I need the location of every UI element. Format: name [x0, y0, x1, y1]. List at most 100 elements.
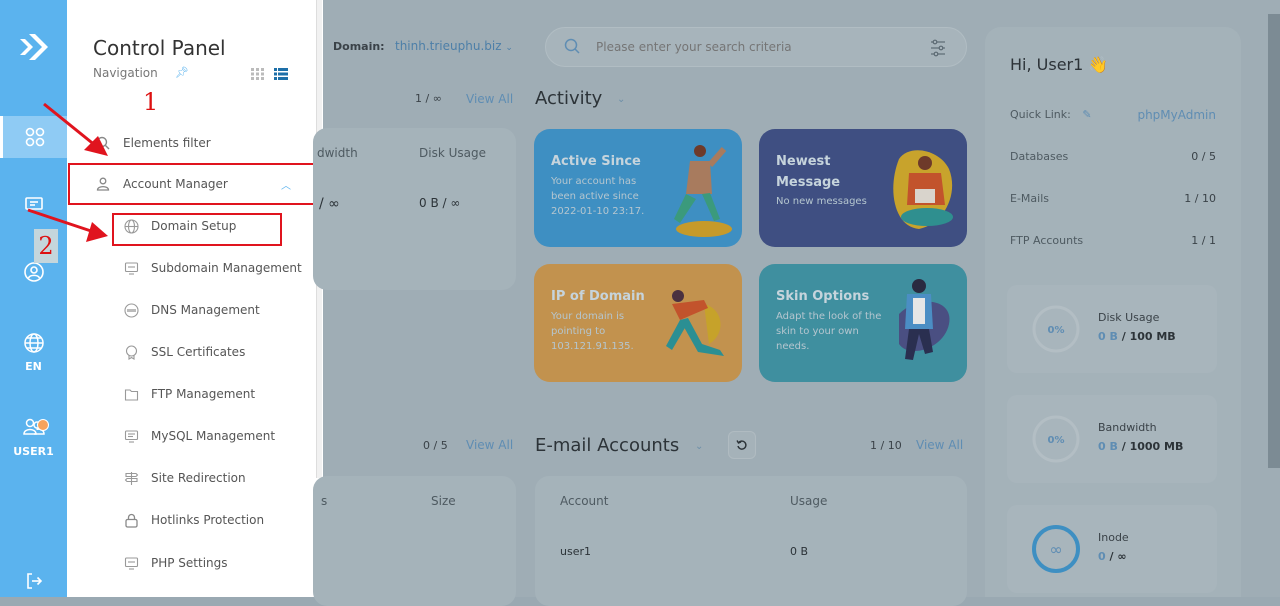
- search-bar[interactable]: [545, 27, 967, 67]
- tile-newest-message[interactable]: Newest Message No new messages: [759, 129, 967, 247]
- quick-link-row: Quick Link: ✎ phpMyAdmin: [1010, 108, 1216, 122]
- lock-icon: [123, 512, 139, 528]
- nav-item-label: MySQL Management: [151, 429, 276, 443]
- left-top-count: 1 / ∞: [415, 92, 442, 105]
- nav-item-label: PHP Settings: [151, 556, 228, 570]
- quick-link-phpmyadmin[interactable]: phpMyAdmin: [1137, 108, 1216, 122]
- email-row-usage: 0 B: [790, 545, 809, 558]
- chevron-down-icon[interactable]: ⌄: [617, 94, 625, 105]
- bandwidth-ring: 0%: [1032, 415, 1080, 463]
- svg-text:∞: ∞: [1049, 540, 1062, 559]
- person-running-illustration: [674, 145, 732, 237]
- rail-dashboard[interactable]: [0, 116, 67, 158]
- tile-ip-of-domain[interactable]: IP of Domain Your domain is pointing to …: [534, 264, 742, 382]
- domain-label: Domain:: [333, 40, 385, 53]
- col-bandwidth: dwidth: [317, 146, 358, 160]
- nav-item-label: Elements filter: [123, 136, 211, 150]
- dns-icon: [123, 302, 139, 318]
- logo-icon[interactable]: [16, 30, 50, 64]
- navigation-panel: Control Panel Navigation 📌︎ 1 Elements f…: [67, 0, 323, 597]
- search-input[interactable]: [596, 40, 916, 54]
- grid-view-icon[interactable]: [251, 68, 264, 80]
- email-view-all[interactable]: View All: [916, 438, 963, 452]
- database-monitor-icon: [123, 428, 139, 444]
- rail-user-label: USER1: [13, 444, 54, 458]
- cell-disk: 0 B / ∞: [419, 196, 461, 210]
- left-bottom-view-all[interactable]: View All: [466, 438, 513, 452]
- domain-selector[interactable]: thinh.trieuphu.biz ⌄: [395, 39, 513, 53]
- user-circle-icon: [23, 262, 44, 282]
- nav-elements-filter[interactable]: Elements filter: [67, 125, 323, 161]
- nav-item-label: Hotlinks Protection: [151, 513, 265, 527]
- nav-item-label: Site Redirection: [151, 471, 246, 485]
- tile-active-since[interactable]: Active Since Your account has been activ…: [534, 129, 742, 247]
- nav-dns-management[interactable]: DNS Management: [67, 292, 323, 328]
- pin-icon[interactable]: 📌︎: [175, 66, 189, 79]
- files-table-card: [313, 476, 516, 606]
- email-row-account[interactable]: user1: [560, 545, 591, 558]
- rail-user[interactable]: USER1: [0, 410, 67, 462]
- rail-language-label: EN: [25, 359, 42, 373]
- col-account: Account: [560, 494, 609, 508]
- col-s: s: [321, 494, 328, 508]
- rail-language[interactable]: EN: [0, 328, 67, 376]
- step-2-label: 2: [34, 229, 58, 263]
- list-view-icon[interactable]: [274, 68, 288, 80]
- pencil-icon[interactable]: ✎: [1082, 108, 1091, 121]
- search-icon: [95, 135, 111, 151]
- search-icon: [564, 38, 580, 54]
- email-count: 1 / 10: [870, 439, 902, 452]
- col-disk-usage: Disk Usage: [419, 146, 486, 160]
- highlight-domain-setup: [112, 213, 282, 246]
- step-1-label: 1: [143, 88, 159, 116]
- nav-item-label: FTP Management: [151, 387, 256, 401]
- nav-ssl-certificates[interactable]: SSL Certificates: [67, 334, 323, 370]
- globe-icon: [23, 332, 44, 353]
- rail-logout[interactable]: [0, 570, 67, 592]
- filter-sliders-icon[interactable]: [930, 39, 946, 57]
- highlight-account-manager: [68, 163, 316, 205]
- person-jumping-illustration: [899, 279, 950, 360]
- person-laptop-illustration: [893, 150, 953, 229]
- nav-title: Control Panel: [93, 36, 226, 60]
- user-summary-panel: Hi, User1 👋 Quick Link: ✎ phpMyAdmin Dat…: [985, 27, 1241, 597]
- nav-php-settings[interactable]: PHP Settings: [67, 545, 323, 581]
- cell-bandwidth: / ∞: [319, 196, 340, 212]
- ftp-folder-icon: [123, 386, 139, 402]
- stat-emails: E-Mails 1 / 10: [1010, 192, 1216, 205]
- refresh-icon: [736, 440, 747, 450]
- tile-skin-options[interactable]: Skin Options Adapt the look of the skin …: [759, 264, 967, 382]
- nav-item-label: SSL Certificates: [151, 345, 246, 359]
- person-pointing-illustration: [666, 290, 724, 356]
- message-icon: [24, 197, 43, 210]
- col-size: Size: [431, 494, 456, 508]
- nav-site-redirection[interactable]: Site Redirection: [67, 460, 323, 496]
- nav-subdomain-management[interactable]: Subdomain Management: [67, 250, 323, 286]
- refresh-button[interactable]: [728, 431, 756, 459]
- signpost-icon: [123, 470, 139, 486]
- email-accounts-title: E-mail Accounts: [535, 435, 680, 456]
- logout-icon: [26, 573, 42, 589]
- rail-messages[interactable]: [0, 192, 67, 218]
- dashboard-main: Domain: thinh.trieuphu.biz ⌄ 1 / ∞ View …: [313, 0, 1280, 606]
- svg-text:0%: 0%: [1048, 435, 1065, 446]
- rail-account[interactable]: [0, 260, 67, 284]
- svg-text:0%: 0%: [1048, 325, 1065, 336]
- greeting: Hi, User1 👋: [1010, 55, 1109, 74]
- nav-mysql-management[interactable]: MySQL Management: [67, 418, 323, 454]
- nav-item-label: Subdomain Management: [151, 261, 302, 275]
- nav-item-label: DNS Management: [151, 303, 260, 317]
- icon-rail: EN USER1 2: [0, 0, 67, 597]
- stat-ftp-accounts: FTP Accounts 1 / 1: [1010, 234, 1216, 247]
- gauge-inode: ∞ Inode 0 / ∞: [1007, 505, 1217, 593]
- nav-ftp-management[interactable]: FTP Management: [67, 376, 323, 412]
- nav-subtitle: Navigation: [93, 66, 158, 80]
- page-scrollbar[interactable]: [1268, 14, 1280, 468]
- stat-databases: Databases 0 / 5: [1010, 150, 1216, 163]
- nav-hotlinks-protection[interactable]: Hotlinks Protection: [67, 502, 323, 538]
- left-top-view-all[interactable]: View All: [466, 92, 513, 106]
- gauge-bandwidth: 0% Bandwidth 0 B / 1000 MB: [1007, 395, 1217, 483]
- activity-title: Activity: [535, 88, 603, 109]
- chevron-down-icon[interactable]: ⌄: [695, 441, 703, 452]
- inode-ring: ∞: [1032, 525, 1080, 573]
